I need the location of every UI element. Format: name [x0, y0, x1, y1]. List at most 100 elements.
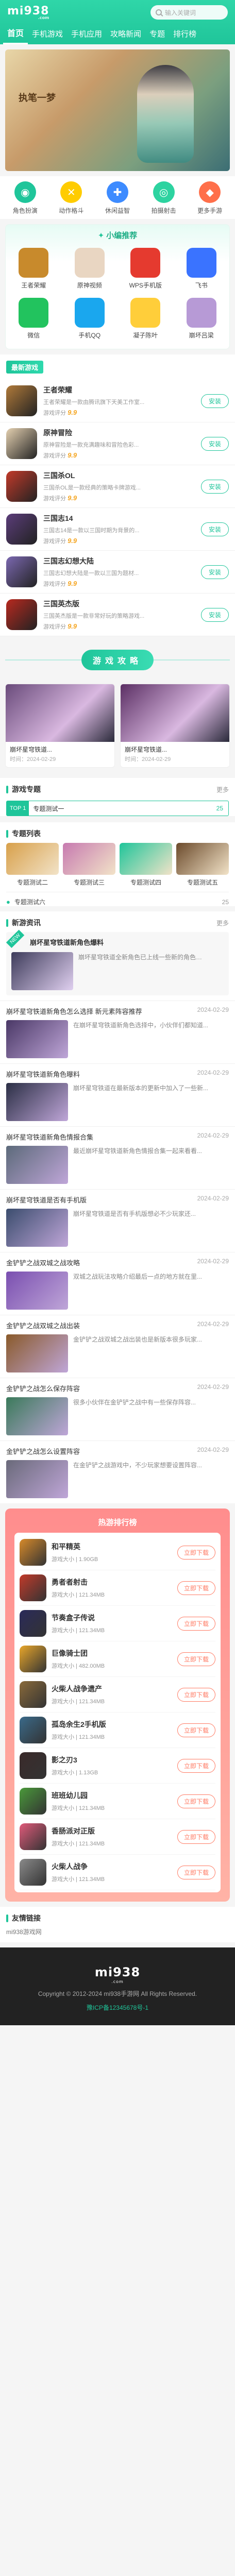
news-item[interactable]: 金铲铲之战怎么设置阵容 2024-02-29 在金铲铲之战游戏中，不少玩家想要设置阵… [0, 1440, 235, 1503]
logo[interactable]: mi938 .com [7, 5, 49, 20]
search-input[interactable]: 输入关键词 [150, 5, 228, 20]
install-button[interactable]: 安装 [200, 394, 229, 408]
game-item[interactable]: 王者荣耀王者荣耀是一款由腾讯旗下天美工作室... 游戏评分 9.9 安装 [0, 380, 235, 422]
topic-card[interactable]: 崩坏星穹铁道... 时间：2024-02-29 [120, 684, 230, 768]
footer-icp-link[interactable]: 豫ICP备12345678号-1 [5, 2003, 230, 2012]
recommend-app[interactable]: 凝子陈叶 [118, 294, 174, 344]
install-button[interactable]: 安装 [200, 479, 229, 494]
download-button[interactable]: 立即下载 [177, 1758, 215, 1773]
topic-list-row[interactable]: ● 专题测试六 25 [6, 892, 229, 906]
ranking-item[interactable]: 巨像骑士团 游戏大小 | 482.00MB 立即下载 [20, 1641, 215, 1677]
download-button[interactable]: 立即下载 [177, 1829, 215, 1844]
topic-list-item[interactable]: 专题测试二 [4, 843, 61, 887]
news-item[interactable]: 崩坏星穹铁道新角色怎么选择 新元素阵容推荐 2024-02-29 在崩坏星穹铁道新角… [0, 1001, 235, 1063]
collection-title: 游戏专题 [6, 784, 41, 794]
download-button[interactable]: 立即下载 [177, 1581, 215, 1595]
recommend-app[interactable]: 王者荣耀 [6, 244, 62, 294]
ranking-item[interactable]: 班班幼儿园 游戏大小 | 121.34MB 立即下载 [20, 1784, 215, 1819]
news-item-body: 很多小伙伴在金铲铲之战中有一些保存阵容... [6, 1397, 229, 1435]
latest-games-list: 王者荣耀 王者荣耀是一款由腾讯旗下天美工作室... 游戏评分 9.9 安装 原神冒险 原神… [0, 380, 235, 636]
ranking-item[interactable]: 火柴人战争 游戏大小 | 121.34MB 立即下载 [20, 1855, 215, 1890]
score-label: 游戏评分 [43, 538, 66, 545]
game-info: 王者荣耀王者荣耀是一款由腾讯旗下天美工作室... 游戏评分 9.9 [43, 385, 201, 417]
download-button[interactable]: 立即下载 [177, 1794, 215, 1808]
ranking-info: 火柴人战争 游戏大小 | 121.34MB [52, 1861, 177, 1883]
news-section: 新游资讯 更多 NEW 崩坏星穹铁道新角色爆料 崩坏星穹铁道全新角色已上线一些新… [0, 911, 235, 1503]
game-item[interactable]: 原神冒险 原神冒险是一款充满趣味和冒险色彩... 游戏评分 9.9 安装 [0, 422, 235, 465]
category-item[interactable]: ◎ 拍摄射击 [143, 181, 184, 215]
download-button[interactable]: 立即下载 [177, 1865, 215, 1879]
install-button[interactable]: 安装 [200, 436, 229, 451]
recommend-app[interactable]: 微信 [6, 294, 62, 344]
friend-link-item[interactable]: mi938游戏网 [0, 1927, 235, 1936]
collection-more-link[interactable]: 更多 [216, 785, 229, 794]
category-bar: ◉ 角色扮演 ✕ 动作格斗 ✚ 休闲益智 ◎ 拍摄射击 ◆ 更多手游 [0, 176, 235, 219]
download-button[interactable]: 立即下载 [177, 1652, 215, 1666]
nav-rankings[interactable]: 排行榜 [169, 25, 200, 44]
news-item-header: 金铲铲之战双城之战攻略 2024-02-29 [6, 1258, 229, 1267]
install-button[interactable]: 安装 [200, 565, 229, 579]
ranking-game-size: 游戏大小 | 482.00MB [52, 1663, 105, 1669]
topic-list-item[interactable]: 专题测试五 [174, 843, 231, 887]
game-score: 游戏评分 9.9 [43, 622, 201, 631]
star-icon: ✦ [97, 231, 105, 240]
game-item[interactable]: 三国志幻想大陆 三国志幻想大陆是一款以三国为题材... 游戏评分 9.9 安装 [0, 551, 235, 594]
download-button[interactable]: 立即下载 [177, 1687, 215, 1702]
download-button[interactable]: 立即下载 [177, 1616, 215, 1631]
category-item[interactable]: ◆ 更多手游 [189, 181, 230, 215]
collection-top-row[interactable]: TOP 1 专题测试一 25 [6, 801, 229, 816]
topic-card[interactable]: 崩坏星穹铁道... 时间：2024-02-29 [5, 684, 115, 768]
game-item[interactable]: 三国杀OL 三国杀OL是一款经典的策略卡牌游戏... 游戏评分 9.9 安装 [0, 465, 235, 508]
news-item[interactable]: 金铲铲之战怎么保存阵容 2024-02-29 很多小伙伴在金铲铲之战中有一些保存阵容… [0, 1378, 235, 1440]
nav-topics[interactable]: 专题 [145, 25, 169, 44]
news-featured-image [11, 952, 73, 990]
news-item-date: 2024-02-29 [197, 1006, 229, 1013]
recommend-app[interactable]: 手机QQ [62, 294, 118, 344]
news-featured[interactable]: NEW 崩坏星穹铁道新角色爆料 崩坏星穹铁道全新角色已上线一些新的角色… [6, 929, 229, 995]
ranking-item[interactable]: 勇者者射击 游戏大小 | 121.34MB 立即下载 [20, 1570, 215, 1606]
hero-banner[interactable]: 执笔一梦 [5, 49, 230, 171]
download-button[interactable]: 立即下载 [177, 1545, 215, 1560]
nav-guides-news[interactable]: 攻略新闻 [106, 25, 145, 44]
news-list: 崩坏星穹铁道新角色怎么选择 新元素阵容推荐 2024-02-29 在崩坏星穹铁道新角… [0, 1001, 235, 1503]
install-button[interactable]: 安装 [200, 607, 229, 622]
ranking-game-icon [20, 1539, 46, 1566]
game-item[interactable]: 三国英杰版 三国英杰版是一款非常好玩的策略游戏... 游戏评分 9.9 安装 [0, 594, 235, 636]
news-item[interactable]: 金铲铲之战双城之战出装 2024-02-29 金铲铲之战双城之战出装也是新版本很多玩… [0, 1315, 235, 1378]
category-item[interactable]: ✚ 休闲益智 [97, 181, 138, 215]
game-item[interactable]: 三国志14 三国志14是一款以三国时期为背景的... 游戏评分 9.9 安装 [0, 508, 235, 551]
category-item[interactable]: ◉ 角色扮演 [5, 181, 46, 215]
nav-mobile-games[interactable]: 手机游戏 [28, 25, 67, 44]
recommend-app[interactable]: 原神视频 [62, 244, 118, 294]
install-button[interactable]: 安装 [200, 522, 229, 536]
news-item[interactable]: 崩坏星穹铁道新角色曝料 2024-02-29 崩坏星穹铁道在最新版本的更新中加入了一… [0, 1063, 235, 1126]
ranking-item[interactable]: 火柴人战争遗产 游戏大小 | 121.34MB 立即下载 [20, 1677, 215, 1713]
game-icon [6, 385, 37, 416]
score-label: 游戏评分 [43, 624, 66, 630]
news-more-link[interactable]: 更多 [216, 919, 229, 927]
news-item[interactable]: 崩坏星穹铁道是否有手机版 2024-02-29 崩坏星穹铁道是否有手机版想必不少玩家… [0, 1189, 235, 1252]
game-desc: 三国志幻想大陆是一款以三国为题材... [43, 570, 139, 577]
news-item[interactable]: 金铲铲之战双城之战攻略 2024-02-29 双城之战玩法攻略介绍最后一点的地方就在… [0, 1252, 235, 1315]
ranking-item[interactable]: 影之刃3 游戏大小 | 1.13GB 立即下载 [20, 1748, 215, 1784]
nav-mobile-apps[interactable]: 手机应用 [67, 25, 106, 44]
topic-list-name: 专题测试三 [73, 879, 105, 886]
category-item[interactable]: ✕ 动作格斗 [51, 181, 92, 215]
game-score: 游戏评分 9.9 [43, 409, 201, 417]
ranking-item[interactable]: 香肠派对正版 游戏大小 | 121.34MB 立即下载 [20, 1819, 215, 1855]
ranking-item[interactable]: 孤岛余生2手机版 游戏大小 | 121.34MB 立即下载 [20, 1713, 215, 1748]
topic-list-item[interactable]: 专题测试四 [118, 843, 174, 887]
game-name: 王者荣耀 [43, 386, 72, 394]
news-item[interactable]: 崩坏星穹铁道新角色情报合集 2024-02-29 最近崩坏星穹铁道新角色情报合集一起… [0, 1126, 235, 1189]
ranking-item[interactable]: 节奏盒子传说 游戏大小 | 121.34MB 立即下载 [20, 1606, 215, 1641]
recommend-app[interactable]: 飞书 [174, 244, 230, 294]
recommend-app[interactable]: WPS手机版 [118, 244, 174, 294]
ranking-game-size: 游戏大小 | 1.90GB [52, 1556, 98, 1563]
nav-home[interactable]: 首页 [3, 25, 28, 44]
recommend-app[interactable]: 崩坏吕梁 [174, 294, 230, 344]
game-desc: 王者荣耀是一款由腾讯旗下天美工作室... [43, 399, 145, 405]
topic-list-item[interactable]: 专题测试三 [61, 843, 118, 887]
download-button[interactable]: 立即下载 [177, 1723, 215, 1737]
ranking-item[interactable]: 和平精英 游戏大小 | 1.90GB 立即下载 [20, 1535, 215, 1570]
ranking-game-icon [20, 1788, 46, 1815]
